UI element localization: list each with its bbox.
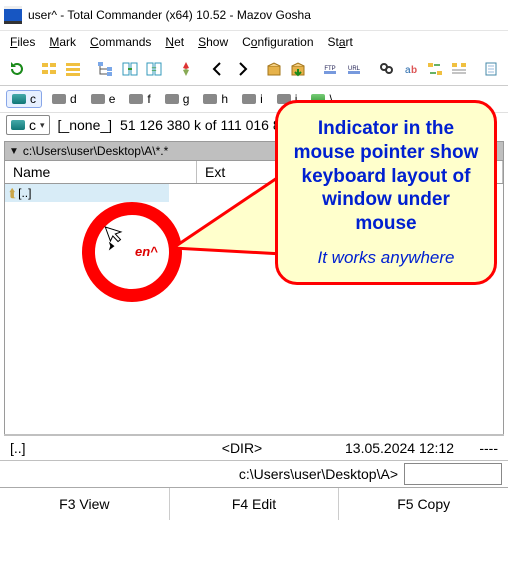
up-arrow-folder-icon: ⮬: [9, 186, 16, 201]
invert-selection-icon[interactable]: [175, 57, 197, 81]
swap-panels-icon[interactable]: [118, 57, 140, 81]
target-equal-source-icon[interactable]: =: [143, 57, 165, 81]
parent-dir-label: [..]: [18, 186, 31, 200]
command-prompt: c:\Users\user\Desktop\A>: [6, 466, 398, 482]
annotation-callout: Indicator in the mouse pointer show keyb…: [275, 100, 497, 285]
mode-brief-icon[interactable]: [38, 57, 60, 81]
drive-g[interactable]: g: [161, 90, 194, 108]
status-date: 13.05.2024 12:12: [294, 440, 454, 456]
svg-text:b: b: [411, 65, 417, 76]
status-type: <DIR>: [190, 440, 294, 456]
command-input[interactable]: [404, 463, 502, 485]
url-icon[interactable]: URL: [343, 57, 365, 81]
volume-label: [_none_]: [58, 117, 113, 133]
function-key-bar: F3 View F4 Edit F5 Copy: [0, 487, 508, 520]
current-path-text: c:\Users\user\Desktop\A\*.*: [23, 144, 168, 158]
status-bar: [..] <DIR> 13.05.2024 12:12 ----: [4, 435, 504, 460]
app-window: user^ - Total Commander (x64) 10.52 - Ma…: [0, 0, 508, 520]
chevron-down-icon: ▾: [40, 120, 45, 131]
cursor-layout-indicator: en^: [135, 244, 158, 259]
copy-names-icon[interactable]: [448, 57, 470, 81]
forward-icon[interactable]: [231, 57, 253, 81]
status-attrs: ----: [454, 440, 498, 456]
app-icon: [4, 6, 22, 24]
f3-view-button[interactable]: F3 View: [0, 488, 170, 520]
window-title: user^ - Total Commander (x64) 10.52 - Ma…: [28, 8, 311, 22]
drive-h[interactable]: h: [199, 90, 232, 108]
f4-edit-button[interactable]: F4 Edit: [170, 488, 340, 520]
ftp-icon[interactable]: FTP: [319, 57, 341, 81]
drive-f[interactable]: f: [125, 90, 154, 108]
drive-combo-letter: c: [29, 117, 36, 133]
file-list[interactable]: ⮬ [..] en^ Indicator in the mouse pointe…: [4, 184, 504, 434]
drive-i[interactable]: i: [238, 90, 267, 108]
menu-net[interactable]: Net: [165, 35, 184, 49]
pack-icon[interactable]: [263, 57, 285, 81]
toolbar: = FTP URL ab: [0, 55, 508, 86]
menu-show[interactable]: Show: [198, 35, 228, 49]
search-icon[interactable]: [375, 57, 397, 81]
unpack-icon[interactable]: [287, 57, 309, 81]
svg-text:=: =: [151, 64, 156, 74]
parent-dir-row[interactable]: ⮬ [..]: [5, 184, 169, 202]
menu-start[interactable]: Start: [328, 35, 353, 49]
notepad-icon[interactable]: [480, 57, 502, 81]
history-dropdown-icon[interactable]: ▼: [9, 146, 19, 157]
column-name[interactable]: Name: [5, 161, 197, 183]
drive-d[interactable]: d: [48, 90, 81, 108]
drive-e[interactable]: e: [87, 90, 120, 108]
menu-configuration[interactable]: Configuration: [242, 35, 313, 49]
command-line: c:\Users\user\Desktop\A>: [0, 460, 508, 487]
multi-rename-icon[interactable]: ab: [399, 57, 421, 81]
titlebar: user^ - Total Commander (x64) 10.52 - Ma…: [0, 0, 508, 31]
menu-files[interactable]: Files: [10, 35, 35, 49]
status-name: [..]: [10, 440, 190, 456]
f5-copy-button[interactable]: F5 Copy: [339, 488, 508, 520]
drive-c[interactable]: c: [6, 90, 42, 108]
sync-dirs-icon[interactable]: [424, 57, 446, 81]
menu-commands[interactable]: Commands: [90, 35, 151, 49]
menu-mark[interactable]: Mark: [49, 35, 76, 49]
refresh-icon[interactable]: [6, 57, 28, 81]
back-icon[interactable]: [206, 57, 228, 81]
annotation-headline: Indicator in the mouse pointer show keyb…: [290, 117, 482, 236]
mode-full-icon[interactable]: [62, 57, 84, 81]
tree-icon[interactable]: [94, 57, 116, 81]
annotation-sub: It works anywhere: [290, 248, 482, 268]
annotation-circle: [82, 202, 182, 302]
menubar: Files Mark Commands Net Show Configurati…: [0, 31, 508, 55]
drive-combo[interactable]: c ▾: [6, 115, 50, 135]
